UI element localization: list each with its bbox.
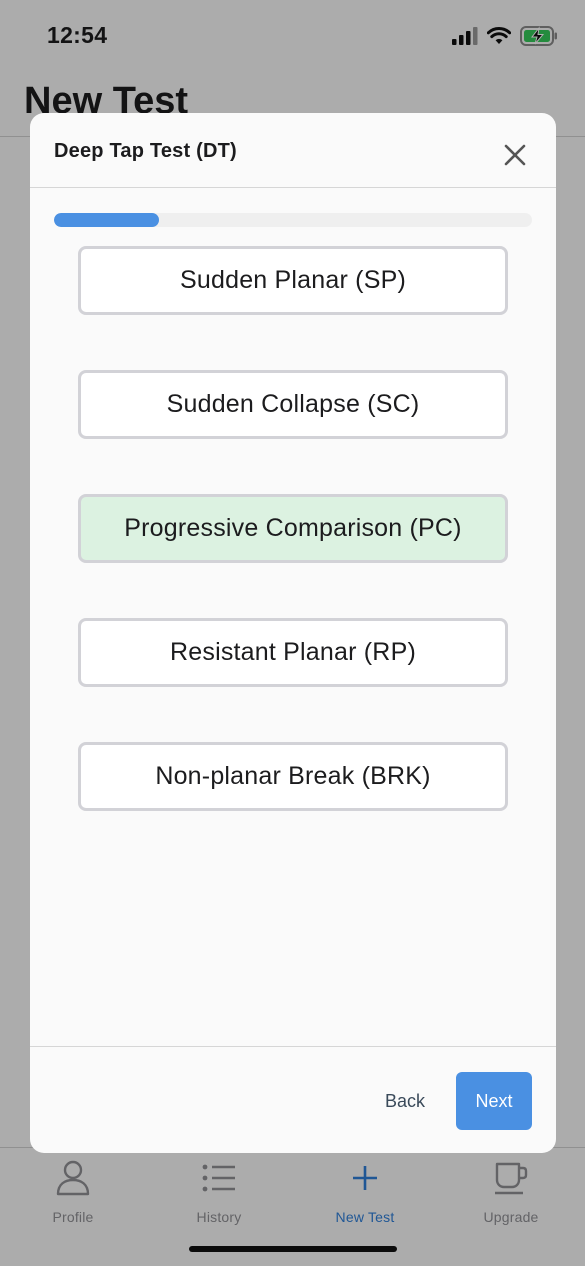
option-non-planar-break[interactable]: Non-planar Break (BRK) <box>78 742 508 811</box>
modal-title: Deep Tap Test (DT) <box>54 140 237 162</box>
option-progressive-comparison[interactable]: Progressive Comparison (PC) <box>78 494 508 563</box>
progress-bar <box>54 213 532 227</box>
option-sudden-collapse[interactable]: Sudden Collapse (SC) <box>78 370 508 439</box>
modal-footer: Back Next <box>30 1046 556 1153</box>
close-icon <box>504 144 526 166</box>
option-sudden-planar[interactable]: Sudden Planar (SP) <box>78 246 508 315</box>
modal-header: Deep Tap Test (DT) <box>30 113 556 188</box>
option-list: Sudden Planar (SP) Sudden Collapse (SC) … <box>78 246 508 866</box>
close-button[interactable] <box>502 142 528 168</box>
progress-fill <box>54 213 160 227</box>
option-resistant-planar[interactable]: Resistant Planar (RP) <box>78 618 508 687</box>
test-modal: Deep Tap Test (DT) Sudden Planar (SP) Su… <box>30 113 556 1153</box>
back-button[interactable]: Back <box>364 1072 446 1130</box>
next-button[interactable]: Next <box>456 1072 532 1130</box>
